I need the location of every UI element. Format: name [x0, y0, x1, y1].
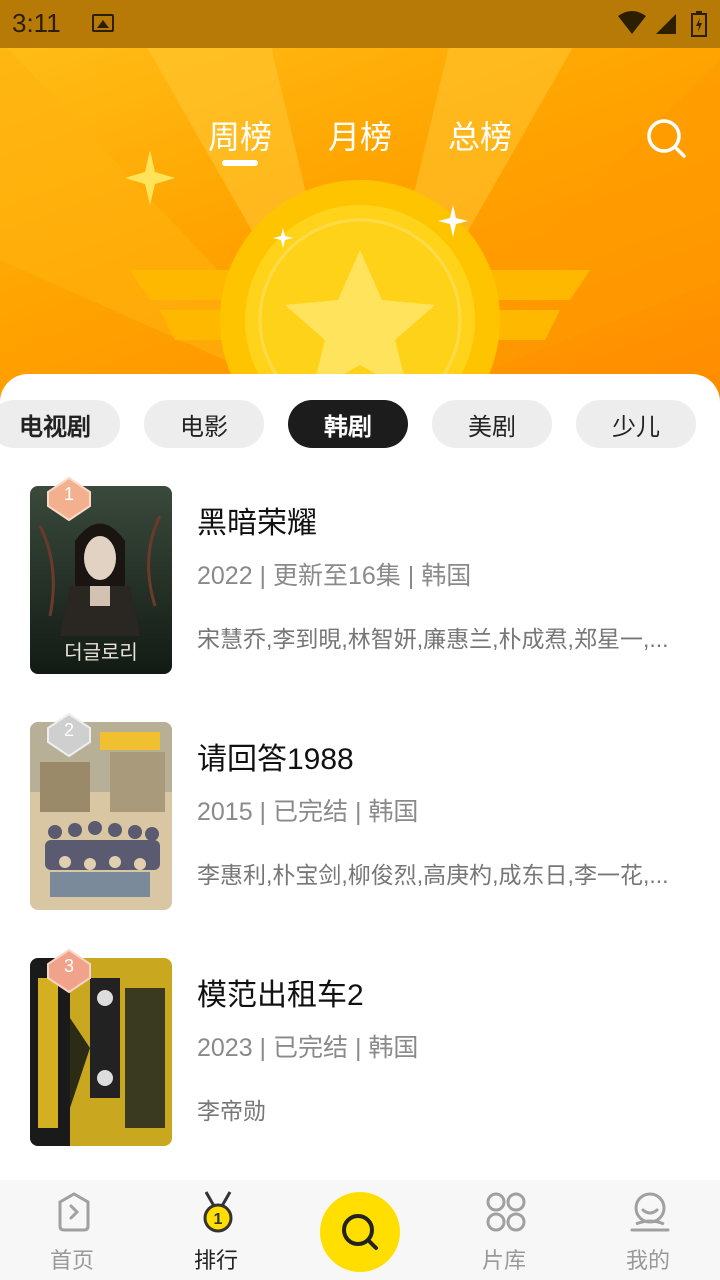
rank-number: 1 [63, 484, 74, 504]
nav-home[interactable]: 首页 [22, 1180, 122, 1280]
status-bar: 3:11 [0, 0, 720, 48]
rank-number: 3 [63, 956, 74, 976]
medal-icon: 1 [203, 1191, 233, 1233]
active-tab-indicator [222, 160, 258, 166]
tab-weekly[interactable]: 周榜 [208, 112, 272, 158]
tab-monthly[interactable]: 月榜 [328, 112, 392, 158]
user-icon [630, 1192, 670, 1232]
wifi-icon [618, 11, 646, 34]
item-meta: 2015 | 已完结 | 韩国 [197, 798, 419, 826]
item-meta: 2023 | 已完结 | 韩国 [197, 1034, 419, 1062]
list-item[interactable]: 3 模范出租车2 2023 | 已完结 | 韩国 李帝勋 [0, 948, 720, 1148]
item-title: 模范出租车2 [197, 979, 364, 1012]
nav-label: 片库 [481, 1248, 526, 1273]
search-icon[interactable] [644, 116, 688, 160]
grid-icon [486, 1192, 526, 1232]
ranking-period-tabs: 周榜 月榜 总榜 [0, 112, 720, 172]
hero-banner [0, 0, 720, 420]
list-item[interactable]: 더글로리 1 黑暗荣耀 2022 | 更新至16集 | 韩国 宋慧乔,李到晛,林… [0, 476, 720, 676]
tab-overall[interactable]: 总榜 [448, 112, 512, 158]
list-item[interactable]: 2 请回答1988 2015 | 已完结 | 韩国 李惠利,朴宝剑,柳俊烈,高庚… [0, 712, 720, 912]
ranking-sheet: 电视剧 电影 韩剧 美剧 少儿 더글로리 1 黑暗荣耀 2022 | 更新至16… [0, 374, 720, 1180]
battery-icon [691, 11, 707, 37]
status-time: 3:11 [12, 8, 61, 38]
hero-background [0, 0, 720, 420]
item-title: 黑暗荣耀 [197, 507, 317, 540]
nav-library[interactable]: 片库 [454, 1180, 554, 1280]
signal-icon [656, 14, 676, 34]
item-cast: 李惠利,朴宝剑,柳俊烈,高庚杓,成东日,李一花,... [197, 862, 669, 888]
category-kids[interactable]: 少儿 [576, 400, 696, 448]
category-movie[interactable]: 电影 [144, 400, 264, 448]
search-icon [342, 1214, 378, 1250]
item-cast: 宋慧乔,李到晛,林智妍,廉惠兰,朴成焄,郑星一,... [197, 626, 669, 652]
item-meta: 2022 | 更新至16集 | 韩国 [197, 562, 472, 590]
svg-text:1: 1 [214, 1211, 223, 1228]
category-tabs: 电视剧 电影 韩剧 美剧 少儿 [0, 400, 720, 450]
category-korean[interactable]: 韩剧 [288, 400, 408, 448]
rank-number: 2 [63, 720, 74, 740]
home-icon [58, 1192, 90, 1232]
nav-ranking[interactable]: 1 排行 [166, 1180, 266, 1280]
item-cast: 李帝勋 [197, 1098, 266, 1124]
image-notification-icon [92, 14, 114, 32]
poster-title-text: 더글로리 [64, 640, 138, 664]
item-title: 请回答1988 [197, 743, 354, 776]
nav-label: 首页 [49, 1248, 94, 1273]
bottom-navigation: 首页 1 排行 片库 我的 [0, 1180, 720, 1280]
nav-profile[interactable]: 我的 [598, 1180, 698, 1280]
nav-search-button[interactable] [320, 1192, 400, 1272]
nav-label: 排行 [193, 1248, 238, 1273]
nav-label: 我的 [625, 1248, 670, 1273]
category-american[interactable]: 美剧 [432, 400, 552, 448]
category-tv[interactable]: 电视剧 [0, 400, 120, 448]
